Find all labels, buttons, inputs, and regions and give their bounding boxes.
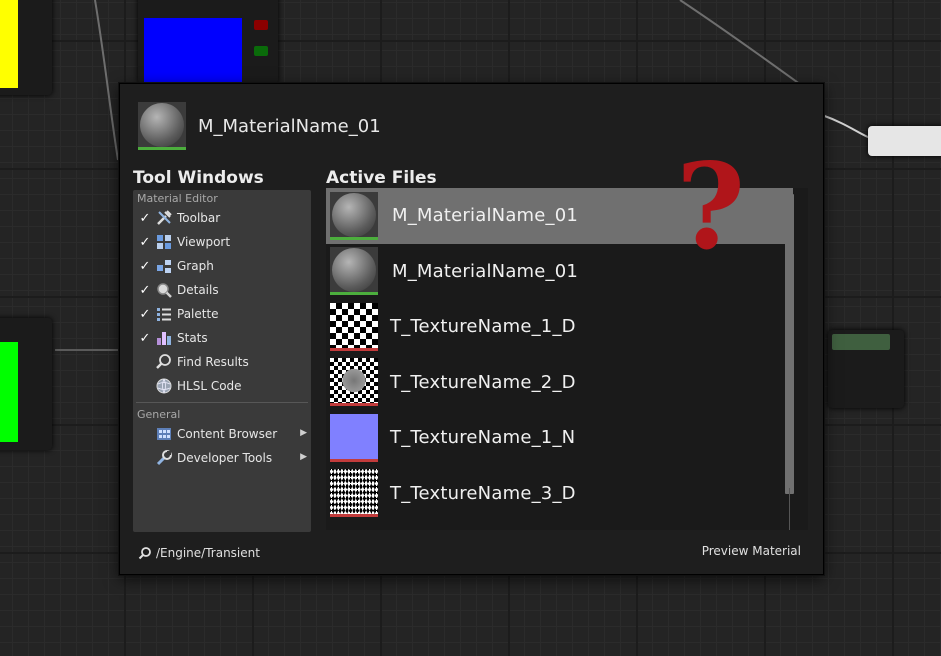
asset-type-bar bbox=[330, 236, 378, 240]
asset-type-bar bbox=[330, 347, 378, 351]
file-thumbnail bbox=[330, 358, 378, 407]
tool-item-label: Graph bbox=[177, 259, 214, 273]
viewport-icon bbox=[155, 233, 173, 251]
check-icon: ✓ bbox=[139, 306, 151, 322]
bg-pin-red bbox=[254, 20, 268, 30]
check-icon: ✓ bbox=[139, 210, 151, 226]
tool-item-label: Find Results bbox=[177, 355, 249, 369]
find-results-icon bbox=[155, 353, 173, 371]
tool-item-developer-tools[interactable]: Developer Tools ▶ bbox=[133, 446, 311, 470]
developer-tools-icon bbox=[155, 449, 173, 467]
tool-item-label: HLSL Code bbox=[177, 379, 242, 393]
file-thumbnail bbox=[330, 413, 378, 462]
tool-windows-panel: Material Editor ✓ Toolbar ✓ Viewport ✓ G… bbox=[133, 190, 311, 532]
file-thumbnail bbox=[330, 302, 378, 351]
check-icon: ✓ bbox=[139, 258, 151, 274]
asset-type-bar bbox=[138, 147, 186, 150]
active-files-heading: Active Files bbox=[326, 168, 437, 188]
file-thumbnail bbox=[330, 191, 378, 240]
question-mark-overlay: ? bbox=[676, 137, 746, 276]
submenu-arrow-icon: ▶ bbox=[300, 452, 307, 462]
tool-item-find-results[interactable]: Find Results bbox=[133, 350, 311, 374]
file-row[interactable]: T_TextureName_1_D bbox=[326, 299, 808, 355]
bg-pin-green bbox=[254, 46, 268, 56]
normal-map-texture-icon bbox=[330, 413, 378, 459]
file-name: T_TextureName_2_D bbox=[390, 371, 576, 393]
file-row[interactable]: T_TextureName_2_D bbox=[326, 355, 808, 411]
details-icon bbox=[155, 281, 173, 299]
checker-texture-icon bbox=[330, 302, 378, 348]
group-divider bbox=[136, 402, 308, 403]
wavy-checker-texture-icon bbox=[330, 469, 378, 515]
material-sphere-icon bbox=[140, 103, 184, 147]
file-name: M_MaterialName_01 bbox=[392, 260, 579, 282]
stats-icon bbox=[155, 329, 173, 347]
bg-comment-node bbox=[868, 126, 941, 156]
submenu-arrow-icon: ▶ bbox=[300, 428, 307, 438]
preview-material-label: Preview Material bbox=[701, 544, 801, 558]
scrollbar-track bbox=[789, 488, 790, 530]
palette-icon bbox=[155, 305, 173, 323]
tool-item-details[interactable]: ✓ Details bbox=[133, 278, 311, 302]
warped-checker-texture-icon bbox=[330, 358, 378, 404]
group-label-material-editor: Material Editor bbox=[137, 192, 218, 205]
graph-icon bbox=[155, 257, 173, 275]
file-name: M_MaterialName_01 bbox=[392, 205, 579, 227]
switcher-header: M_MaterialName_01 bbox=[138, 102, 381, 150]
material-sphere-icon bbox=[332, 248, 376, 293]
tool-item-label: Details bbox=[177, 283, 219, 297]
bg-swatch-green bbox=[0, 342, 18, 442]
material-sphere-icon bbox=[332, 192, 376, 237]
asset-type-bar bbox=[330, 514, 378, 518]
window-title: M_MaterialName_01 bbox=[198, 115, 381, 137]
tool-item-palette[interactable]: ✓ Palette bbox=[133, 302, 311, 326]
tool-item-graph[interactable]: ✓ Graph bbox=[133, 254, 311, 278]
file-row[interactable]: T_TextureName_1_N bbox=[326, 410, 808, 466]
bg-swatch-yellow bbox=[0, 0, 18, 88]
tool-item-hlsl-code[interactable]: HLSL Code bbox=[133, 374, 311, 398]
tool-item-content-browser[interactable]: Content Browser ▶ bbox=[133, 422, 311, 446]
bg-node-right-header bbox=[832, 334, 890, 350]
tool-item-viewport[interactable]: ✓ Viewport bbox=[133, 230, 311, 254]
file-name: T_TextureName_3_D bbox=[390, 482, 576, 504]
file-thumbnail bbox=[330, 469, 378, 518]
tool-item-label: Developer Tools bbox=[177, 451, 273, 465]
asset-type-bar bbox=[330, 292, 378, 296]
file-name: T_TextureName_1_D bbox=[390, 316, 576, 338]
file-row[interactable]: T_TextureName_3_D bbox=[326, 466, 808, 522]
tool-item-label: Viewport bbox=[177, 235, 231, 249]
file-name: T_TextureName_1_N bbox=[390, 427, 576, 449]
material-thumbnail bbox=[138, 102, 186, 150]
tool-item-label: Toolbar bbox=[177, 211, 221, 225]
tool-item-label: Palette bbox=[177, 307, 219, 321]
asset-type-bar bbox=[330, 458, 378, 462]
asset-path: /Engine/Transient bbox=[138, 546, 260, 560]
tool-item-label: Stats bbox=[177, 331, 208, 345]
search-icon bbox=[138, 547, 151, 560]
check-icon: ✓ bbox=[139, 330, 151, 346]
tool-item-label: Content Browser bbox=[177, 427, 278, 441]
tool-windows-heading: Tool Windows bbox=[133, 168, 264, 188]
check-icon: ✓ bbox=[139, 234, 151, 250]
toolbar-icon bbox=[155, 209, 173, 227]
asset-path-text: /Engine/Transient bbox=[156, 546, 260, 560]
group-label-general: General bbox=[137, 408, 181, 421]
files-scrollbar[interactable] bbox=[785, 194, 794, 494]
bg-swatch-blue bbox=[144, 18, 242, 82]
hlsl-code-icon bbox=[155, 377, 173, 395]
file-thumbnail bbox=[330, 247, 378, 296]
tool-item-toolbar[interactable]: ✓ Toolbar bbox=[133, 206, 311, 230]
asset-type-bar bbox=[330, 403, 378, 407]
content-browser-icon bbox=[155, 425, 173, 443]
check-icon: ✓ bbox=[139, 282, 151, 298]
tool-item-stats[interactable]: ✓ Stats bbox=[133, 326, 311, 350]
